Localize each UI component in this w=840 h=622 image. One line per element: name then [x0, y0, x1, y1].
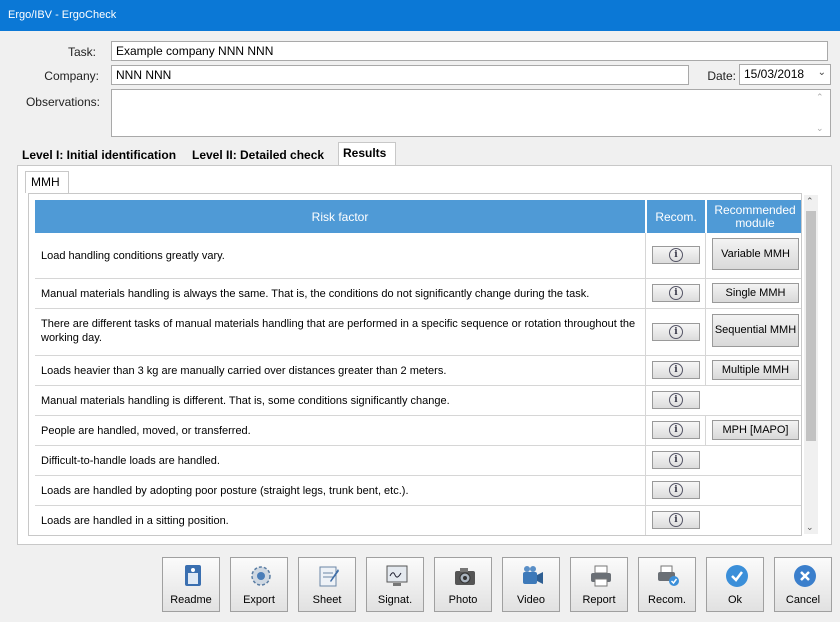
module-button-variable-mmh[interactable]: Variable MMH — [712, 238, 799, 270]
risk-factor-text: Load handling conditions greatly vary. — [41, 250, 225, 262]
camera-icon — [455, 568, 475, 585]
ok-button[interactable]: Ok — [706, 557, 764, 612]
info-icon: i — [669, 393, 683, 407]
info-button[interactable]: i — [652, 361, 700, 379]
signature-label: Signat. — [377, 594, 413, 606]
cancel-button[interactable]: Cancel — [774, 557, 832, 612]
observations-field[interactable] — [111, 89, 831, 137]
readme-button[interactable]: Readme — [162, 557, 220, 612]
table-row: Loads are handled in a sitting position.… — [35, 506, 801, 535]
date-label: Date: — [707, 69, 736, 83]
photo-button[interactable]: Photo — [434, 557, 492, 612]
info-icon: i — [669, 423, 683, 437]
recommendation-label: Recom. — [648, 594, 686, 606]
window-title: Ergo/IBV - ErgoCheck — [8, 9, 117, 21]
observations-label: Observations: — [25, 95, 100, 109]
risk-factor-text: Difficult-to-handle loads are handled. — [41, 455, 220, 467]
info-button[interactable]: i — [652, 421, 700, 439]
tab-mmh[interactable]: MMH — [25, 171, 69, 193]
info-button[interactable]: i — [652, 451, 700, 469]
task-label: Task: — [67, 45, 96, 59]
module-button-multiple-mmh[interactable]: Multiple MMH — [712, 360, 799, 380]
tab-level-1[interactable]: Level I: Initial identification — [18, 145, 180, 165]
table-row: Difficult-to-handle loads are handled. i — [35, 446, 801, 476]
recommendation-button[interactable]: Recom. — [638, 557, 696, 612]
signature-icon — [386, 565, 408, 586]
info-icon: i — [669, 453, 683, 467]
export-icon — [251, 566, 271, 586]
info-button[interactable]: i — [652, 323, 700, 341]
video-label: Video — [517, 594, 545, 606]
date-value: 15/03/2018 — [744, 67, 805, 81]
table-row: Load handling conditions greatly vary. i… — [35, 233, 801, 279]
date-picker[interactable]: 15/03/2018 ⌄ — [739, 64, 831, 85]
risk-factor-text: Loads are handled by adopting poor postu… — [41, 485, 409, 497]
risk-factor-text: Manual materials handling is different. … — [41, 395, 450, 407]
photo-label: Photo — [448, 594, 478, 606]
cancel-icon — [794, 565, 816, 587]
scrollbar-thumb[interactable] — [806, 211, 816, 441]
info-button[interactable]: i — [652, 511, 700, 529]
readme-icon — [185, 565, 201, 586]
chevron-down-icon[interactable]: ⌄ — [818, 67, 826, 78]
header-recommended-module: Recommended module — [706, 200, 801, 233]
module-button-mph-mapo[interactable]: MPH [MAPO] — [712, 420, 799, 440]
header-recom: Recom. — [646, 200, 705, 233]
info-button[interactable]: i — [652, 481, 700, 499]
risk-factor-text: Loads heavier than 3 kg are manually car… — [41, 365, 447, 377]
info-button[interactable]: i — [652, 391, 700, 409]
table-row: Loads heavier than 3 kg are manually car… — [35, 356, 801, 386]
info-icon: i — [669, 286, 683, 300]
module-button-single-mmh[interactable]: Single MMH — [712, 283, 799, 303]
info-button[interactable]: i — [652, 284, 700, 302]
scroll-up-icon[interactable]: ⌃ — [806, 196, 814, 207]
sheet-button[interactable]: Sheet — [298, 557, 356, 612]
info-icon: i — [669, 248, 683, 262]
table-row: Manual materials handling is always the … — [35, 279, 801, 309]
company-field[interactable]: NNN NNN — [111, 65, 689, 85]
info-icon: i — [669, 363, 683, 377]
video-button[interactable]: Video — [502, 557, 560, 612]
readme-label: Readme — [170, 594, 212, 606]
risk-factor-text: Loads are handled in a sitting position. — [41, 515, 229, 527]
info-icon: i — [669, 325, 683, 339]
scroll-down-icon[interactable]: ⌄ — [806, 522, 814, 533]
cancel-label: Cancel — [785, 594, 821, 606]
table-row: Manual materials handling is different. … — [35, 386, 801, 416]
risk-factor-text: People are handled, moved, or transferre… — [41, 425, 251, 437]
table-row: There are different tasks of manual mate… — [35, 309, 801, 356]
module-button-sequential-mmh[interactable]: Sequential MMH — [712, 314, 799, 347]
check-icon — [726, 565, 748, 587]
sheet-icon — [319, 566, 339, 587]
video-icon — [523, 566, 543, 584]
printer-icon — [591, 565, 611, 587]
table-row: Loads are handled by adopting poor postu… — [35, 476, 801, 506]
export-button[interactable]: Export — [230, 557, 288, 612]
signature-button[interactable]: Signat. — [366, 557, 424, 612]
scroll-down-icon[interactable]: ⌄ — [816, 123, 824, 134]
task-field[interactable]: Example company NNN NNN — [111, 41, 828, 61]
header-risk-factor: Risk factor — [35, 200, 645, 233]
tab-results[interactable]: Results — [338, 142, 396, 165]
export-label: Export — [243, 594, 275, 606]
risk-factor-text: Manual materials handling is always the … — [41, 288, 590, 300]
scroll-up-icon[interactable]: ⌃ — [816, 92, 824, 103]
recommendation-icon — [658, 565, 679, 586]
table-scrollbar[interactable]: ⌃ ⌄ — [804, 195, 818, 534]
report-button[interactable]: Report — [570, 557, 628, 612]
title-bar: Ergo/IBV - ErgoCheck — [0, 0, 840, 31]
info-button[interactable]: i — [652, 246, 700, 264]
info-icon: i — [669, 483, 683, 497]
report-label: Report — [582, 594, 616, 606]
results-table: Risk factor Recom. Recommended module Lo… — [28, 193, 802, 536]
ok-label: Ok — [727, 594, 743, 606]
tab-level-2[interactable]: Level II: Detailed check — [188, 145, 328, 165]
sheet-label: Sheet — [312, 594, 342, 606]
table-row: People are handled, moved, or transferre… — [35, 416, 801, 446]
info-icon: i — [669, 513, 683, 527]
risk-factor-text: There are different tasks of manual mate… — [41, 318, 636, 344]
company-label: Company: — [44, 69, 99, 83]
